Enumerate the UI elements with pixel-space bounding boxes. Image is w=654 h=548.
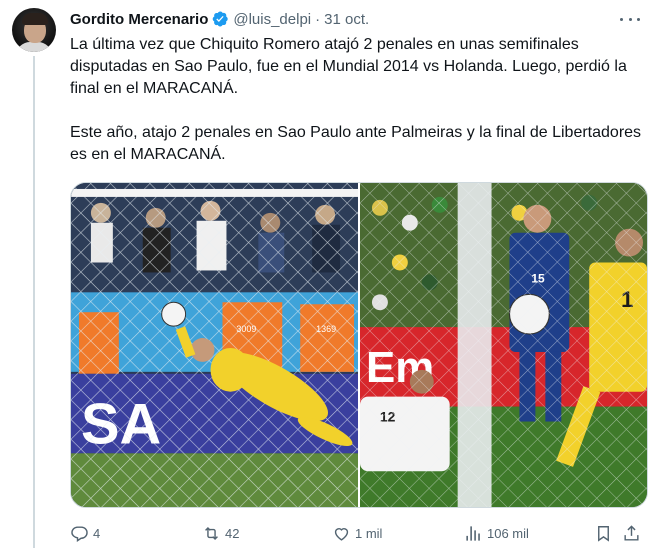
reply-button[interactable]: 4 bbox=[70, 524, 100, 543]
share-icon bbox=[624, 524, 639, 541]
thread-line bbox=[33, 56, 35, 548]
bookmark-button[interactable] bbox=[594, 524, 613, 543]
separator-dot: · bbox=[315, 10, 321, 28]
tweet-media: 3009 1369 SA bbox=[70, 182, 648, 508]
heart-icon bbox=[334, 527, 349, 541]
tweet-header: Gordito Mercenario @luis_delpi · 31 oct. bbox=[70, 8, 369, 30]
like-count: 1 mil bbox=[355, 525, 383, 541]
avatar-hair bbox=[22, 13, 48, 25]
verified-badge-icon bbox=[213, 11, 229, 27]
photo-goalkeeper-save-image: 3009 1369 SA bbox=[71, 183, 358, 507]
bookmark-icon bbox=[598, 525, 609, 542]
reply-count: 4 bbox=[93, 525, 101, 541]
retweet-icon bbox=[205, 526, 218, 540]
views-icon bbox=[466, 525, 480, 541]
tweet-card[interactable]: Gordito Mercenario @luis_delpi · 31 oct.… bbox=[0, 0, 654, 548]
tweet-paragraph-1: La última vez que Chiquito Romero atajó … bbox=[70, 36, 632, 97]
like-button[interactable]: 1 mil bbox=[332, 524, 382, 543]
views-count: 106 mil bbox=[487, 525, 529, 541]
author-handle[interactable]: @luis_delpi bbox=[233, 11, 311, 28]
avatar[interactable] bbox=[12, 8, 56, 52]
photo-goalkeeper-save[interactable]: 3009 1369 SA bbox=[71, 183, 358, 507]
reply-icon bbox=[71, 525, 88, 542]
photo-match-action-image: Em 15 1 12 bbox=[360, 183, 647, 507]
more-options-icon[interactable] bbox=[620, 10, 640, 28]
author-name[interactable]: Gordito Mercenario bbox=[70, 11, 208, 28]
share-button[interactable] bbox=[622, 524, 641, 543]
photo-match-action[interactable]: Em 15 1 12 bbox=[360, 183, 647, 507]
tweet-text: La última vez que Chiquito Romero atajó … bbox=[70, 34, 642, 166]
retweet-count: 42 bbox=[225, 525, 240, 541]
retweet-button[interactable]: 42 bbox=[202, 524, 239, 543]
tweet-paragraph-2: Este año, atajo 2 penales en Sao Paulo a… bbox=[70, 124, 646, 163]
views-button[interactable]: 106 mil bbox=[464, 524, 529, 543]
avatar-shirt bbox=[16, 42, 52, 52]
avatar-column bbox=[12, 8, 56, 52]
tweet-actions: 4 42 1 mil 106 mil bbox=[70, 522, 642, 544]
tweet-date[interactable]: 31 oct. bbox=[324, 11, 369, 28]
